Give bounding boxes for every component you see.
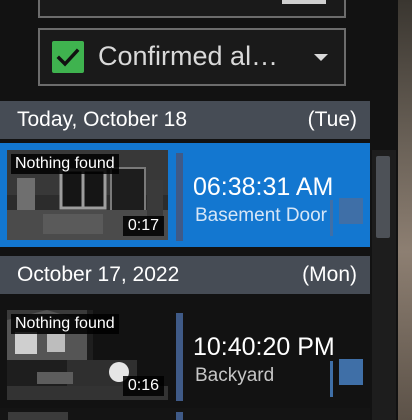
- detection-status: Nothing found: [11, 314, 119, 334]
- section-header-today: Today, October 18 (Tue): [0, 101, 370, 139]
- event-row-basement-door[interactable]: Nothing found 0:17 06:38:31 AM Basement …: [0, 143, 370, 247]
- section-date: Today, October 18: [17, 108, 188, 131]
- flag-icon[interactable]: [330, 361, 333, 397]
- section-date: October 17, 2022: [17, 263, 180, 286]
- top-dropdown[interactable]: [38, 0, 346, 18]
- event-camera-name: Basement Door: [195, 205, 328, 226]
- event-time: 10:40:20 PM: [193, 333, 335, 361]
- filter-label: Confirmed al…: [98, 41, 279, 71]
- event-thumbnail[interactable]: Nothing found 0:17: [7, 150, 168, 240]
- section-day-of-week: (Mon): [302, 263, 357, 286]
- flag-icon[interactable]: [330, 200, 333, 236]
- filter-dropdown[interactable]: Confirmed al…: [38, 28, 346, 86]
- section-header-october-17: October 17, 2022 (Mon): [0, 256, 370, 294]
- event-row-partial[interactable]: [0, 408, 370, 420]
- flag-icon-banner[interactable]: [339, 198, 363, 224]
- event-camera-name: Backyard: [195, 365, 275, 386]
- row-divider: [176, 313, 183, 401]
- event-time: 06:38:31 AM: [193, 173, 334, 201]
- checkmark-icon[interactable]: [52, 41, 84, 73]
- event-row-backyard[interactable]: Nothing found 0:16 10:40:20 PM Backyard: [0, 303, 370, 407]
- flag-icon-banner[interactable]: [339, 359, 363, 385]
- scrollbar-thumb[interactable]: [376, 156, 390, 238]
- video-preview-edge: [398, 0, 412, 420]
- row-divider: [176, 412, 183, 420]
- detection-status: Nothing found: [11, 154, 119, 174]
- event-thumbnail[interactable]: Nothing found 0:16: [7, 310, 168, 400]
- dropdown-button-fragment[interactable]: [282, 0, 326, 4]
- clip-duration: 0:17: [122, 216, 164, 236]
- row-divider: [176, 153, 183, 241]
- partial-thumbnail: [8, 412, 68, 420]
- clip-duration: 0:16: [122, 376, 164, 396]
- section-day-of-week: (Tue): [307, 108, 357, 131]
- chevron-down-icon[interactable]: [314, 54, 328, 61]
